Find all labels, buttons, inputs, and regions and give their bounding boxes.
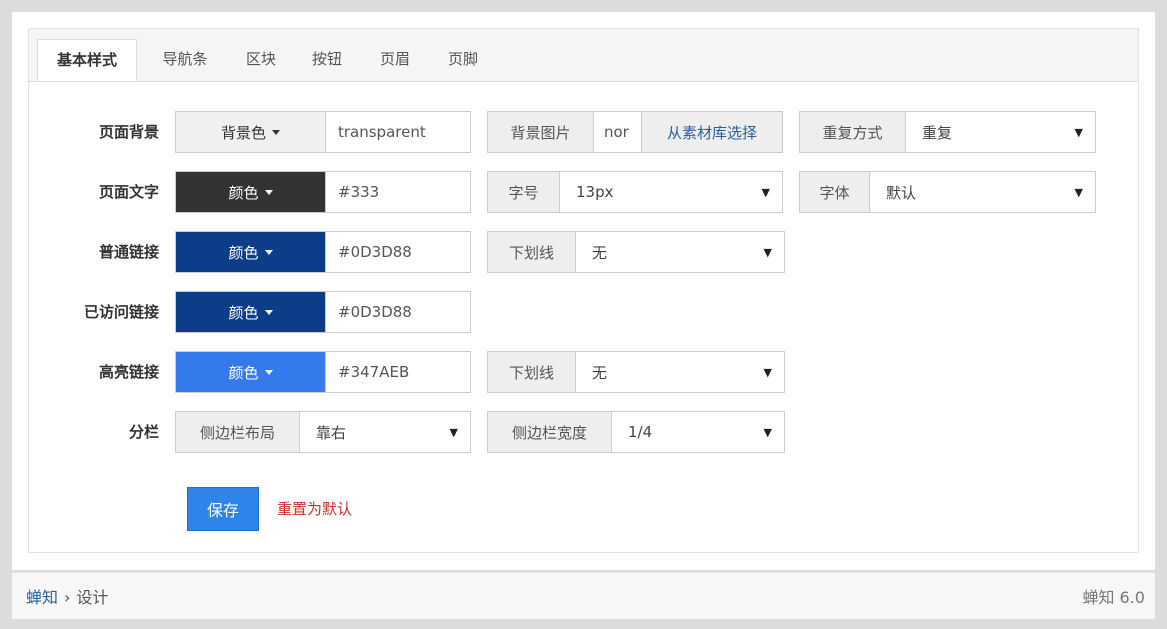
page-bg-label: 页面背景 <box>98 123 159 141</box>
sidebar-width-label: 侧边栏宽度 <box>488 412 612 452</box>
page-bg-image-input[interactable]: nor <box>594 112 642 152</box>
font-family-label: 字体 <box>800 172 870 212</box>
page-bg-repeat-value: 重复 <box>922 123 953 142</box>
link-underline-group: 下划线 无 ▼ <box>487 231 785 273</box>
hover-underline-value: 无 <box>592 363 608 382</box>
page-bg-color-button-label: 背景色 <box>220 123 266 142</box>
visited-color-input[interactable]: #0D3D88 <box>326 292 470 332</box>
page-bg-image-label: 背景图片 <box>488 112 594 152</box>
hover-color-input[interactable]: #347AEB <box>326 352 470 392</box>
caret-down-icon <box>264 369 273 375</box>
sidebar-width-select[interactable]: 1/4 ▼ <box>612 412 784 452</box>
visited-color-group: 颜色 #0D3D88 <box>175 291 471 333</box>
font-size-select[interactable]: 13px ▼ <box>560 172 782 212</box>
tab-button[interactable]: 按钮 <box>299 41 355 81</box>
font-family-select[interactable]: 默认 ▼ <box>870 172 1095 212</box>
hover-color-button[interactable]: 颜色 <box>176 352 326 392</box>
page-bg-repeat-select[interactable]: 重复 ▼ <box>906 112 1095 152</box>
sidebar-layout-label: 侧边栏布局 <box>176 412 300 452</box>
page-bg-image-group: 背景图片 nor 从素材库选择 <box>487 111 783 153</box>
page-text-label: 页面文字 <box>98 183 159 201</box>
hover-color-button-label: 颜色 <box>228 363 259 382</box>
visited-label: 已访问链接 <box>83 303 159 321</box>
triangle-down-icon: ▼ <box>449 425 458 439</box>
hover-color-group: 颜色 #347AEB <box>175 351 471 393</box>
settings-container: 基本样式 导航条 区块 按钮 页眉 页脚 页面背景 背景色 transparen… <box>28 28 1139 553</box>
triangle-down-icon: ▼ <box>763 245 772 259</box>
caret-down-icon <box>272 129 280 135</box>
caret-down-icon <box>264 309 273 315</box>
triangle-down-icon: ▼ <box>761 185 770 199</box>
sidebar-layout-select[interactable]: 靠右 ▼ <box>300 412 470 452</box>
sidebar-layout-group: 侧边栏布局 靠右 ▼ <box>175 411 471 453</box>
triangle-down-icon: ▼ <box>1074 125 1083 139</box>
link-underline-select[interactable]: 无 ▼ <box>576 232 784 272</box>
save-button[interactable]: 保存 <box>187 487 259 531</box>
triangle-down-icon: ▼ <box>1074 185 1083 199</box>
font-size-group: 字号 13px ▼ <box>487 171 783 213</box>
pick-from-library-button[interactable]: 从素材库选择 <box>642 112 782 152</box>
hover-underline-select[interactable]: 无 ▼ <box>576 352 784 392</box>
visited-color-button[interactable]: 颜色 <box>176 292 326 332</box>
page-text-color-input[interactable]: #333 <box>326 172 470 212</box>
hover-underline-group: 下划线 无 ▼ <box>487 351 785 393</box>
link-color-button[interactable]: 颜色 <box>176 232 326 272</box>
tab-bar: 基本样式 导航条 区块 按钮 页眉 页脚 <box>29 29 1138 82</box>
page-bg-color-input[interactable]: transparent <box>326 112 470 152</box>
sidebar-width-group: 侧边栏宽度 1/4 ▼ <box>487 411 785 453</box>
page-bg-repeat-label: 重复方式 <box>800 112 906 152</box>
version-label: 蝉知 6.0 <box>1082 588 1145 607</box>
page-bg-color-group: 背景色 transparent <box>175 111 471 153</box>
page-bg-color-button[interactable]: 背景色 <box>176 112 326 152</box>
hover-underline-label: 下划线 <box>488 352 576 392</box>
tab-header[interactable]: 页眉 <box>367 41 423 81</box>
page-bg-repeat-group: 重复方式 重复 ▼ <box>799 111 1096 153</box>
tab-navbar[interactable]: 导航条 <box>147 41 223 81</box>
link-underline-value: 无 <box>592 243 608 262</box>
columns-label: 分栏 <box>128 423 159 441</box>
caret-down-icon <box>264 189 273 195</box>
breadcrumb-home-link[interactable]: 蝉知 <box>26 588 58 607</box>
page-text-color-button-label: 颜色 <box>228 183 259 202</box>
sidebar-layout-value: 靠右 <box>316 423 347 442</box>
breadcrumb: 蝉知 › 设计 <box>26 573 108 623</box>
breadcrumb-current: 设计 <box>76 588 109 607</box>
hover-label: 高亮链接 <box>98 363 159 381</box>
font-family-value: 默认 <box>886 183 917 202</box>
triangle-down-icon: ▼ <box>763 365 772 379</box>
triangle-down-icon: ▼ <box>763 425 772 439</box>
page-text-color-group: 颜色 #333 <box>175 171 471 213</box>
footer-bar: 蝉知 › 设计 蝉知 6.0 <box>12 572 1155 619</box>
font-family-group: 字体 默认 ▼ <box>799 171 1096 213</box>
tab-basic-style[interactable]: 基本样式 <box>37 39 137 81</box>
font-size-value: 13px <box>576 183 614 201</box>
design-panel: 基本样式 导航条 区块 按钮 页眉 页脚 页面背景 背景色 transparen… <box>12 12 1155 570</box>
link-label: 普通链接 <box>98 243 159 261</box>
chevron-right-icon: › <box>64 588 71 607</box>
sidebar-width-value: 1/4 <box>628 423 653 441</box>
link-color-button-label: 颜色 <box>228 243 259 262</box>
page-text-color-button[interactable]: 颜色 <box>176 172 326 212</box>
caret-down-icon <box>264 249 273 255</box>
link-color-group: 颜色 #0D3D88 <box>175 231 471 273</box>
reset-default-link[interactable]: 重置为默认 <box>277 487 352 531</box>
tab-block[interactable]: 区块 <box>233 41 289 81</box>
font-size-label: 字号 <box>488 172 560 212</box>
link-color-input[interactable]: #0D3D88 <box>326 232 470 272</box>
tab-footer[interactable]: 页脚 <box>435 41 491 81</box>
link-underline-label: 下划线 <box>488 232 576 272</box>
visited-color-button-label: 颜色 <box>228 303 259 322</box>
